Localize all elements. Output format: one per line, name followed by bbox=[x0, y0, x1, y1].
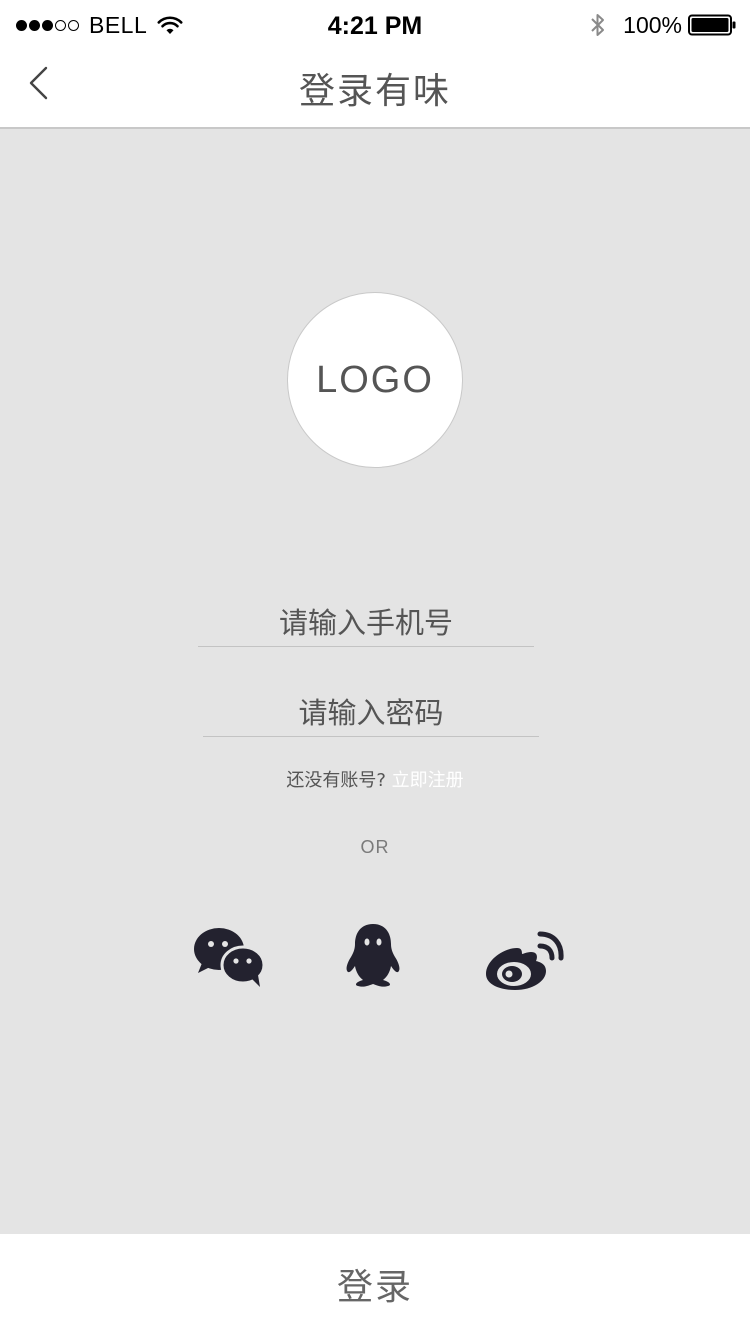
phone-input[interactable] bbox=[198, 600, 534, 646]
password-field bbox=[203, 690, 539, 737]
bluetooth-icon bbox=[591, 14, 605, 36]
status-bar-right: 100% bbox=[589, 11, 736, 39]
logo-text: LOGO bbox=[316, 358, 434, 401]
battery-percentage: 100% bbox=[623, 11, 682, 38]
weibo-login-button[interactable] bbox=[484, 926, 564, 992]
qq-icon bbox=[346, 924, 400, 987]
password-input[interactable] bbox=[203, 690, 539, 736]
or-divider: OR bbox=[360, 837, 390, 857]
page-title: 登录有味 bbox=[298, 71, 451, 112]
wechat-login-button[interactable] bbox=[192, 925, 268, 989]
app-logo: LOGO bbox=[287, 292, 463, 468]
status-bar: BELL 4:21 PM 100% bbox=[0, 0, 750, 54]
qq-login-button[interactable] bbox=[344, 922, 402, 988]
login-button[interactable]: 登录 bbox=[0, 1234, 750, 1334]
navigation-bar: 登录有味 bbox=[0, 54, 750, 129]
phone-field bbox=[198, 600, 534, 647]
wechat-icon bbox=[194, 928, 266, 987]
battery-icon bbox=[688, 14, 736, 36]
login-button-label: 登录 bbox=[336, 1267, 413, 1308]
register-link[interactable]: 立即注册 bbox=[392, 770, 464, 791]
weibo-icon bbox=[486, 931, 564, 990]
register-prompt-text: 还没有账号? bbox=[286, 770, 386, 791]
register-prompt-line: 还没有账号? 立即注册 bbox=[0, 766, 750, 792]
